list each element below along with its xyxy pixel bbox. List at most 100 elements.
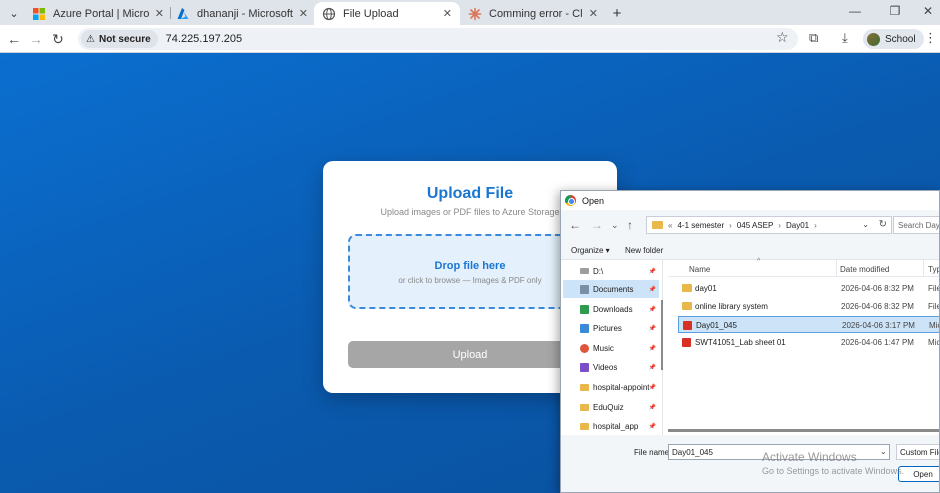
arrow-left-icon: ←	[7, 31, 21, 47]
pin-icon: 📌	[648, 268, 656, 275]
pin-icon: 📌	[648, 404, 656, 411]
arrow-right-icon: →	[29, 31, 43, 47]
pin-icon: 📌	[648, 364, 656, 371]
drive-icon	[580, 268, 589, 274]
sort-ascending-icon: ^	[757, 258, 761, 265]
nav-item-label: Videos	[593, 362, 618, 372]
minimize-icon[interactable]: —	[845, 4, 865, 18]
tab-label: Comming error - Claude	[489, 7, 583, 20]
pin-icon: 📌	[648, 325, 656, 332]
recent-locations-icon[interactable]: ⌄	[611, 220, 619, 231]
file-type: File	[928, 302, 940, 311]
nav-item-hospital-appointment[interactable]: hospital-appointment 📌	[563, 378, 659, 396]
column-header-date[interactable]: Date modified	[840, 265, 889, 274]
dialog-forward-icon[interactable]: →	[591, 218, 603, 232]
pdf-file-icon	[682, 338, 691, 347]
maximize-icon[interactable]: ❐	[885, 4, 905, 18]
new-folder-button[interactable]: New folder	[625, 246, 663, 255]
breadcrumb-item[interactable]: 4-1 semester	[677, 221, 724, 230]
close-icon[interactable]: ✕	[155, 7, 164, 20]
chevron-right-icon: ›	[814, 220, 817, 230]
nav-item-music[interactable]: Music 📌	[563, 339, 659, 357]
download-icon[interactable]: ⤓	[842, 30, 848, 46]
file-row-day01-045[interactable]: Day01_045 2026-04-06 3:17 PM Mic	[678, 316, 939, 333]
address-bar[interactable]: ⚠ Not secure 74.225.197.205	[78, 28, 798, 50]
tab-file-upload[interactable]: File Upload ✕	[314, 2, 460, 25]
file-name: Day01_045	[696, 321, 737, 330]
column-divider[interactable]	[923, 260, 924, 277]
browser-toolbar: ← → ↻ ⚠ Not secure 74.225.197.205 ☆ ⧉ ⤓ …	[0, 25, 940, 53]
pin-icon: 📌	[648, 384, 656, 391]
file-list-scrollbar[interactable]	[668, 429, 939, 432]
nav-item-downloads[interactable]: Downloads 📌	[563, 300, 659, 318]
downloads-icon	[580, 304, 589, 314]
dialog-command-bar: Organize ▾ New folder	[561, 240, 939, 260]
videos-icon	[580, 362, 589, 372]
breadcrumb-item[interactable]: 045 ASEP	[737, 221, 773, 230]
file-date: 2026-04-06 3:17 PM	[842, 321, 915, 330]
file-row-swt41051-lab-sheet[interactable]: SWT41051_Lab sheet 01 2026-04-06 1:47 PM…	[678, 334, 939, 351]
nav-item-documents[interactable]: Documents 📌	[563, 280, 659, 298]
chevron-down-icon[interactable]: ⌄	[862, 220, 869, 229]
profile-button[interactable]: School	[863, 29, 924, 49]
close-icon[interactable]: ✕	[589, 7, 598, 20]
claude-logo-icon	[468, 7, 482, 20]
tab-dhananji-azure[interactable]: dhananji - Microsoft Azure ✕	[168, 2, 316, 25]
dialog-address-bar[interactable]: « 4-1 semester › 045 ASEP › Day01 › ⌄ ↻	[646, 216, 892, 234]
back-button[interactable]: ←	[4, 29, 24, 49]
forward-button[interactable]: →	[26, 29, 46, 49]
breadcrumb-item[interactable]: Day01	[786, 221, 809, 230]
chevron-right-icon: ›	[729, 220, 732, 230]
column-header-type[interactable]: Type	[928, 265, 939, 274]
pin-icon: 📌	[648, 345, 656, 352]
nav-item-pictures[interactable]: Pictures 📌	[563, 319, 659, 337]
close-window-icon[interactable]: ✕	[918, 4, 938, 18]
nav-item-hospital-app[interactable]: hospital_app 📌	[563, 417, 659, 435]
close-icon[interactable]: ✕	[443, 7, 452, 20]
organize-button[interactable]: Organize ▾	[571, 246, 610, 255]
chrome-logo-icon	[565, 195, 576, 206]
bookmark-star-icon[interactable]: ☆	[776, 29, 789, 46]
file-row-day01[interactable]: day01 2026-04-06 8:32 PM File	[678, 280, 940, 297]
globe-icon	[322, 7, 336, 20]
column-header-name[interactable]: Name	[689, 265, 710, 274]
tab-label: Azure Portal | Microsoft Azure	[53, 7, 149, 20]
nav-item-eduquiz[interactable]: EduQuiz 📌	[563, 398, 659, 416]
chevron-down-icon: ⌄	[9, 7, 19, 20]
nav-pane-scrollbar[interactable]	[661, 300, 663, 370]
tab-claude[interactable]: Comming error - Claude ✕	[460, 2, 606, 25]
documents-icon	[580, 284, 589, 294]
folder-icon	[682, 302, 692, 310]
close-icon[interactable]: ✕	[299, 7, 308, 20]
file-type-filter[interactable]: Custom Files	[896, 444, 939, 460]
not-secure-chip[interactable]: ⚠ Not secure	[81, 30, 158, 48]
dialog-search-input[interactable]: Search Day01	[893, 216, 939, 234]
nav-item-label: hospital_app	[593, 421, 639, 431]
nav-item-videos[interactable]: Videos 📌	[563, 358, 659, 376]
up-folder-icon[interactable]: ↑	[627, 218, 633, 232]
tab-search-button[interactable]: ⌄	[5, 4, 23, 22]
nav-item-d-drive[interactable]: D:\ 📌	[563, 262, 659, 280]
dialog-back-icon[interactable]: ←	[569, 218, 581, 232]
file-name: SWT41051_Lab sheet 01	[695, 338, 786, 347]
file-date: 2026-04-06 1:47 PM	[841, 338, 914, 347]
drop-zone[interactable]: Drop file here or click to browse — Imag…	[348, 234, 592, 309]
extensions-icon[interactable]: ⧉	[809, 30, 818, 46]
upload-button[interactable]: Upload	[348, 341, 592, 368]
file-row-online-library-system[interactable]: online library system 2026-04-06 8:32 PM…	[678, 298, 940, 315]
chevron-down-icon[interactable]: ⌄	[880, 447, 887, 456]
refresh-icon[interactable]: ↻	[879, 219, 887, 230]
new-tab-button[interactable]: +	[608, 4, 626, 22]
column-divider[interactable]	[836, 260, 837, 277]
nav-item-label: hospital-appointment	[593, 382, 649, 392]
file-type: File	[928, 284, 940, 293]
dialog-file-list: Name ^ Date modified Type day01 2026-04-…	[668, 258, 940, 435]
open-button[interactable]: Open	[898, 466, 939, 482]
reload-icon: ↻	[52, 30, 64, 47]
menu-kebab-icon[interactable]: ⋮	[924, 30, 937, 46]
dialog-navigation-pane: D:\ 📌 Documents 📌 Downloads 📌 Pictures 📌…	[561, 260, 663, 435]
reload-button[interactable]: ↻	[48, 29, 68, 49]
nav-item-label: D:\	[593, 266, 604, 276]
tab-azure-portal[interactable]: Azure Portal | Microsoft Azure ✕	[24, 2, 172, 25]
music-icon	[580, 343, 589, 353]
